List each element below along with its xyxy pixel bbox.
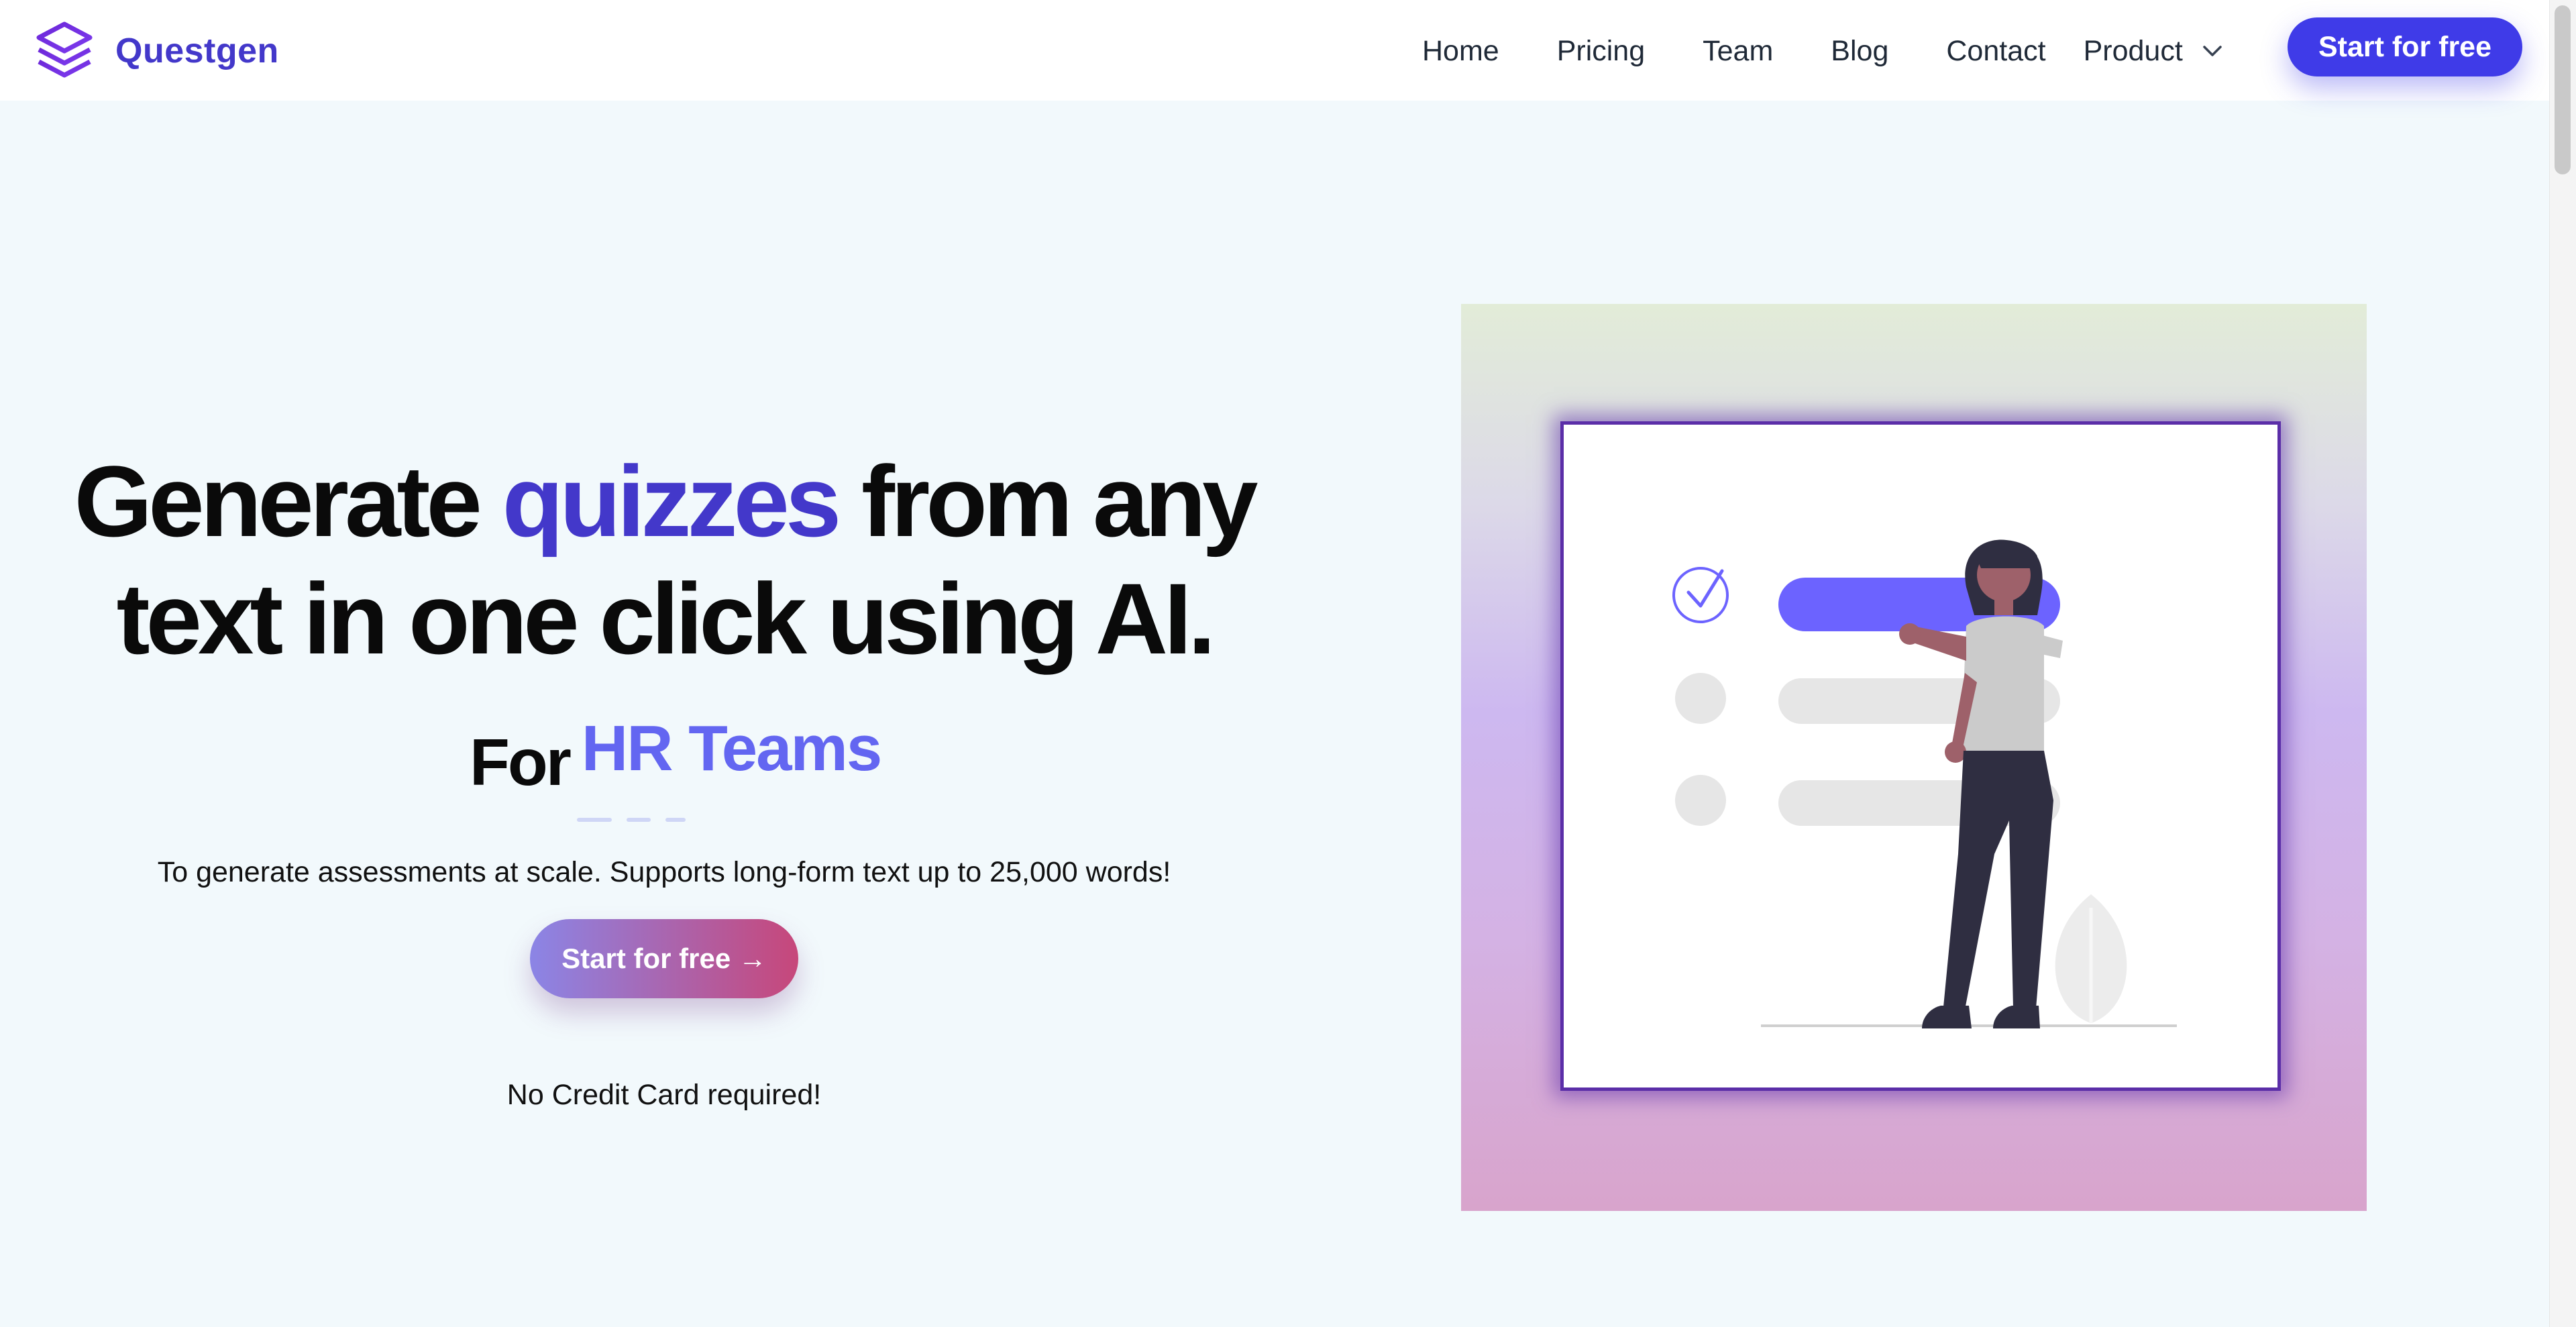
scrollbar-thumb[interactable] [2555,5,2571,174]
hero-headline: Generate quizzes from any text in one cl… [40,443,1288,678]
nav-link-contact[interactable]: Contact [1946,35,2045,68]
brand-name: Questgen [115,32,279,70]
headline-prefix: Generate [74,445,502,558]
top-navbar: Questgen Home Pricing Team Blog Contact … [0,0,2549,101]
for-label: For [470,725,572,799]
layers-icon [36,21,93,78]
checklist-dot-2 [1675,673,1726,724]
chevron-down-icon[interactable] [2199,38,2226,64]
checklist-dot-3 [1675,775,1726,826]
start-free-button-hero[interactable]: Start for free → [530,919,798,998]
audience-rotator: HR Teams [581,712,882,784]
brand-logo-link[interactable]: Questgen [34,20,279,82]
page-scrollbar[interactable] [2549,0,2576,1327]
main-navigation: Home Pricing Team Blog Contact Product [1422,27,2226,75]
rotator-next-text-fragment [577,813,731,822]
headline-accent-word: quizzes [502,445,842,558]
illustration-card [1560,421,2281,1091]
checklist-woman-illustration [1672,539,2177,1028]
checkmark-icon [1686,569,1724,608]
nav-dropdown-product[interactable]: Product [2084,35,2183,68]
audience-line: For HR Teams [470,712,882,800]
headline-line-2: text in one click using AI. [116,562,1216,675]
no-credit-card-note: No Credit Card required! [506,1079,822,1111]
headline-rest: from any [837,445,1258,558]
start-free-button-header[interactable]: Start for free [2288,17,2522,76]
nav-link-blog[interactable]: Blog [1831,35,1888,68]
nav-link-home[interactable]: Home [1422,35,1499,68]
nav-link-pricing[interactable]: Pricing [1557,35,1645,68]
hero-subtitle: To generate assessments at scale. Suppor… [157,856,1171,888]
nav-link-team[interactable]: Team [1703,35,1773,68]
